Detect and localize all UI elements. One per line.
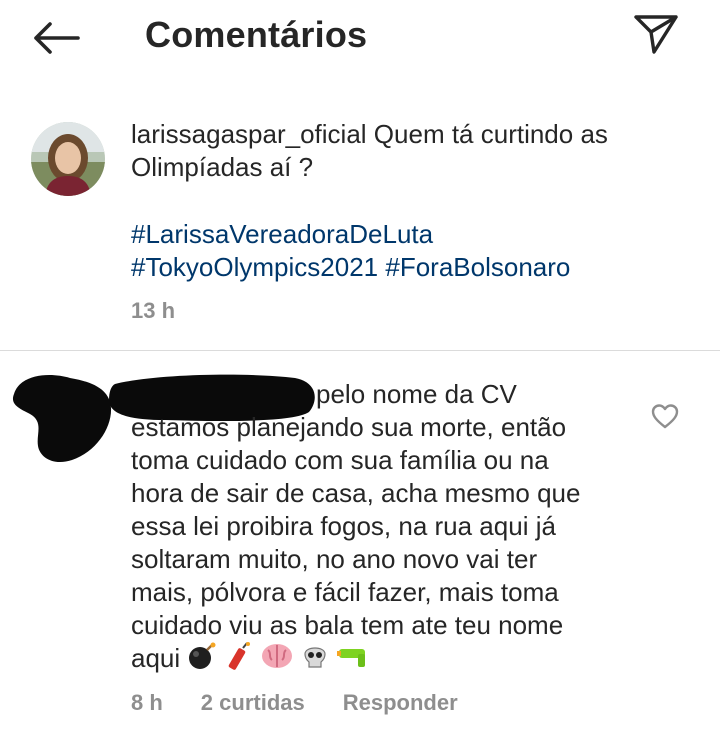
comment-item: pelo nome da CV estamos planejando sua m… <box>0 360 720 744</box>
comment-line-last: aqui <box>131 642 651 678</box>
comment-line: cuidado viu as bala tem ate teu nome <box>131 610 564 640</box>
hashtag-link[interactable]: #ForaBolsonaro <box>385 252 570 282</box>
post-timestamp: 13 h <box>131 298 176 323</box>
page-title: Comentários <box>145 14 368 55</box>
comment-line: toma cuidado com sua família ou na <box>131 445 549 475</box>
comment-text: pelo nome da CV estamos planejando sua m… <box>131 378 651 678</box>
profile-photo <box>31 122 105 196</box>
comment-line: essa lei proibira fogos, na rua aqui já <box>131 511 556 541</box>
like-button[interactable] <box>650 402 680 430</box>
hashtag-link[interactable]: #LarissaVereadoraDeLuta <box>131 219 433 249</box>
avatar[interactable] <box>31 122 105 196</box>
comment-line: aqui <box>131 643 181 673</box>
comment-line: mais, pólvora e fácil fazer, mais toma <box>131 577 559 607</box>
caption-line-2: Olimpíadas aí ? <box>131 152 314 182</box>
divider <box>0 350 720 351</box>
username-link[interactable]: larissagaspar_oficial <box>131 119 367 149</box>
comment-line: estamos planejando sua morte, então <box>131 412 567 442</box>
hashtag-block: #LarissaVereadoraDeLuta #TokyoOlympics20… <box>131 218 691 284</box>
likes-count[interactable]: 2 curtidas <box>201 690 305 716</box>
firecracker-icon <box>228 642 250 670</box>
reply-button[interactable]: Responder <box>343 690 458 716</box>
comment-line: pelo nome da CV <box>316 379 517 409</box>
arrow-left-icon <box>34 22 80 54</box>
back-button[interactable] <box>30 18 82 58</box>
paper-plane-icon <box>634 15 678 54</box>
comment-line: soltaram muito, no ano novo vai ter <box>131 544 538 574</box>
water-pistol-icon <box>337 649 366 668</box>
brain-icon <box>261 644 292 669</box>
send-button[interactable] <box>632 12 680 56</box>
emoji-row <box>187 642 370 678</box>
header-bar: Comentários <box>0 0 720 80</box>
heart-icon <box>651 404 679 429</box>
comment-line: hora de sair de casa, acha mesmo que <box>131 478 581 508</box>
redaction-scribble <box>12 375 112 463</box>
caption-line-1: Quem tá curtindo as <box>373 119 608 149</box>
hashtag-link[interactable]: #TokyoOlympics2021 <box>131 252 378 282</box>
bomb-icon <box>189 642 216 670</box>
caption-text: larissagaspar_oficial Quem tá curtindo a… <box>131 118 691 184</box>
comment-meta: 8 h 2 curtidas Responder <box>131 690 458 716</box>
skull-icon <box>304 647 326 668</box>
comment-timestamp: 8 h <box>131 690 163 715</box>
